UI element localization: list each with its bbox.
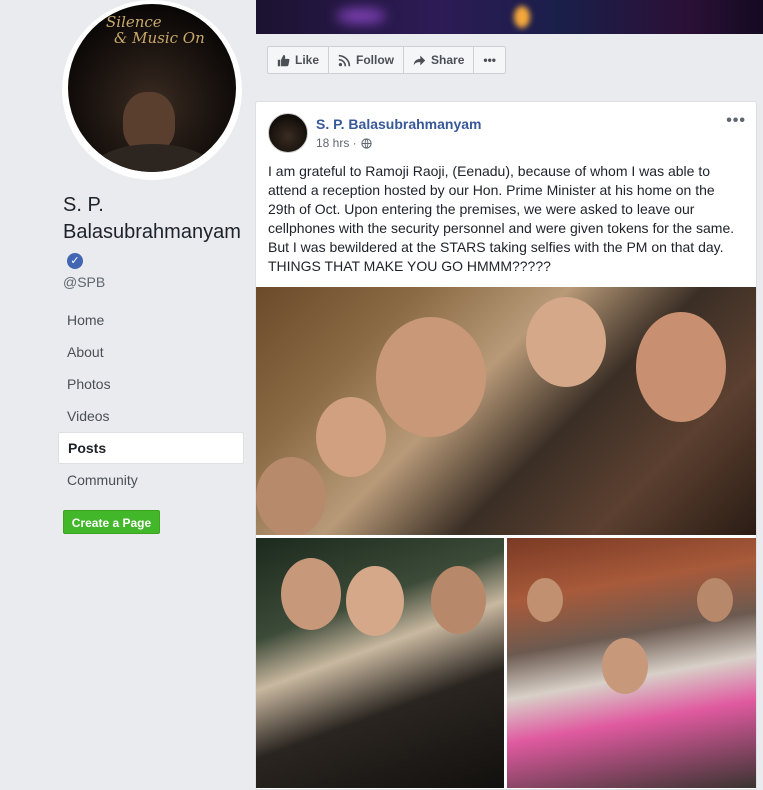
avatar-figure-head — [123, 92, 175, 152]
page-action-bar: Like Follow Share ••• — [267, 46, 506, 74]
nav-item-about[interactable]: About — [58, 336, 244, 368]
photo-face — [256, 457, 326, 535]
share-label: Share — [431, 53, 465, 67]
avatar-figure-body — [93, 144, 213, 172]
photo-face — [697, 578, 733, 622]
photo-face — [526, 297, 606, 387]
post-photo-main[interactable] — [256, 287, 756, 535]
rss-follow-icon — [338, 54, 351, 66]
follow-button[interactable]: Follow — [329, 47, 405, 73]
post-text-line: THINGS THAT MAKE YOU GO HMMM????? — [268, 258, 551, 274]
cover-photo[interactable] — [256, 0, 763, 34]
photo-face — [431, 566, 486, 634]
profile-picture-frame[interactable]: Silence & Music On — [62, 0, 242, 180]
nav-item-home[interactable]: Home — [58, 304, 244, 336]
page-nav: Home About Photos Videos Posts Community — [58, 304, 244, 496]
post-photo-right[interactable] — [507, 538, 756, 788]
photo-face — [346, 566, 404, 636]
thumbs-up-icon — [277, 54, 290, 66]
post-text-line: cellphones with the security personnel a… — [268, 220, 735, 236]
more-icon: ••• — [483, 53, 496, 67]
profile-picture[interactable]: Silence & Music On — [68, 4, 236, 172]
create-page-button[interactable]: Create a Page — [63, 510, 160, 534]
photo-face — [316, 397, 386, 477]
photo-face — [602, 638, 648, 694]
nav-item-community[interactable]: Community — [58, 464, 244, 496]
avatar-logo-line2: & Music On — [114, 29, 205, 47]
cover-light-2 — [514, 6, 530, 28]
like-button[interactable]: Like — [268, 47, 330, 73]
photo-face — [527, 578, 563, 622]
nav-item-photos[interactable]: Photos — [58, 368, 244, 400]
verified-badge-icon: ✓ — [67, 253, 83, 269]
cover-light-1 — [336, 8, 386, 24]
photo-face — [281, 558, 341, 630]
page-handle[interactable]: @SPB — [63, 274, 105, 290]
post-timestamp[interactable]: 18 hrs · — [316, 136, 372, 150]
page-title-text: S. P. Balasubrahmanyam — [63, 194, 241, 243]
post-text-line: attend a reception hosted by our Hon. Pr… — [268, 182, 715, 198]
post-author-name[interactable]: S. P. Balasubrahmanyam — [316, 116, 481, 132]
post-photo-left[interactable] — [256, 538, 504, 788]
globe-icon — [361, 137, 372, 149]
post-options-icon[interactable]: ••• — [726, 112, 746, 130]
page-title: S. P. Balasubrahmanyam ✓ — [63, 192, 241, 273]
post-author-avatar[interactable] — [268, 113, 308, 153]
share-button[interactable]: Share — [404, 47, 475, 73]
photo-face — [376, 317, 486, 437]
post-time-text: 18 hrs · — [316, 136, 357, 150]
nav-item-videos[interactable]: Videos — [58, 400, 244, 432]
post-card: S. P. Balasubrahmanyam 18 hrs · ••• I am… — [255, 101, 757, 790]
like-label: Like — [295, 53, 320, 67]
nav-item-posts[interactable]: Posts — [58, 432, 244, 464]
post-body: I am grateful to Ramoji Raoji, (Eenadu),… — [268, 162, 746, 276]
follow-label: Follow — [356, 53, 395, 67]
post-text-line: But I was bewildered at the STARS taking… — [268, 239, 724, 255]
post-text-line: 29th of Oct. Upon entering the premises,… — [268, 201, 695, 217]
post-text-line: I am grateful to Ramoji Raoji, (Eenadu),… — [268, 163, 710, 179]
more-actions-button[interactable]: ••• — [474, 47, 505, 73]
avatar-logo-line1: Silence — [106, 13, 162, 31]
avatar-logo-text: Silence & Music On — [106, 14, 216, 46]
photo-face — [636, 312, 726, 422]
share-arrow-icon — [413, 55, 426, 65]
